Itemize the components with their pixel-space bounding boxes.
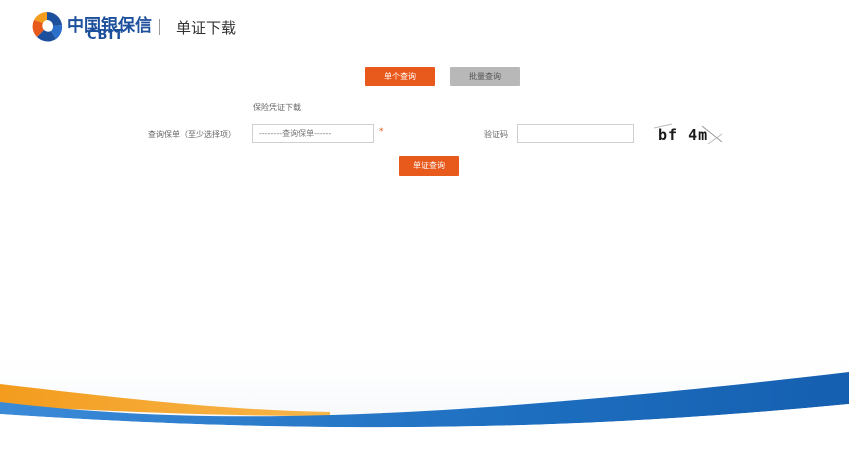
captcha-label: 验证码: [484, 130, 508, 139]
captcha-image[interactable]: bf 4m: [652, 122, 724, 148]
captcha-input[interactable]: [517, 124, 634, 143]
logo-english-name: CBIT: [87, 28, 125, 43]
captcha-text: bf 4m: [658, 126, 709, 144]
query-button[interactable]: 单证查询: [399, 156, 459, 176]
required-mark: *: [379, 127, 384, 137]
page-header: 中国银保信 CBIT 单证下载: [0, 0, 849, 60]
decorative-wave: [0, 340, 849, 450]
tab-batch-query[interactable]: 批量查询: [450, 67, 520, 86]
tab-single-query[interactable]: 单个查询: [365, 67, 435, 86]
policy-label: 查询保单（至少选择项）: [148, 130, 236, 139]
header-divider: [159, 19, 160, 35]
cbit-logo-icon: [32, 11, 63, 42]
policy-input[interactable]: [252, 124, 374, 143]
download-note: 保险凭证下载: [253, 103, 301, 112]
page-title: 单证下载: [176, 19, 237, 37]
